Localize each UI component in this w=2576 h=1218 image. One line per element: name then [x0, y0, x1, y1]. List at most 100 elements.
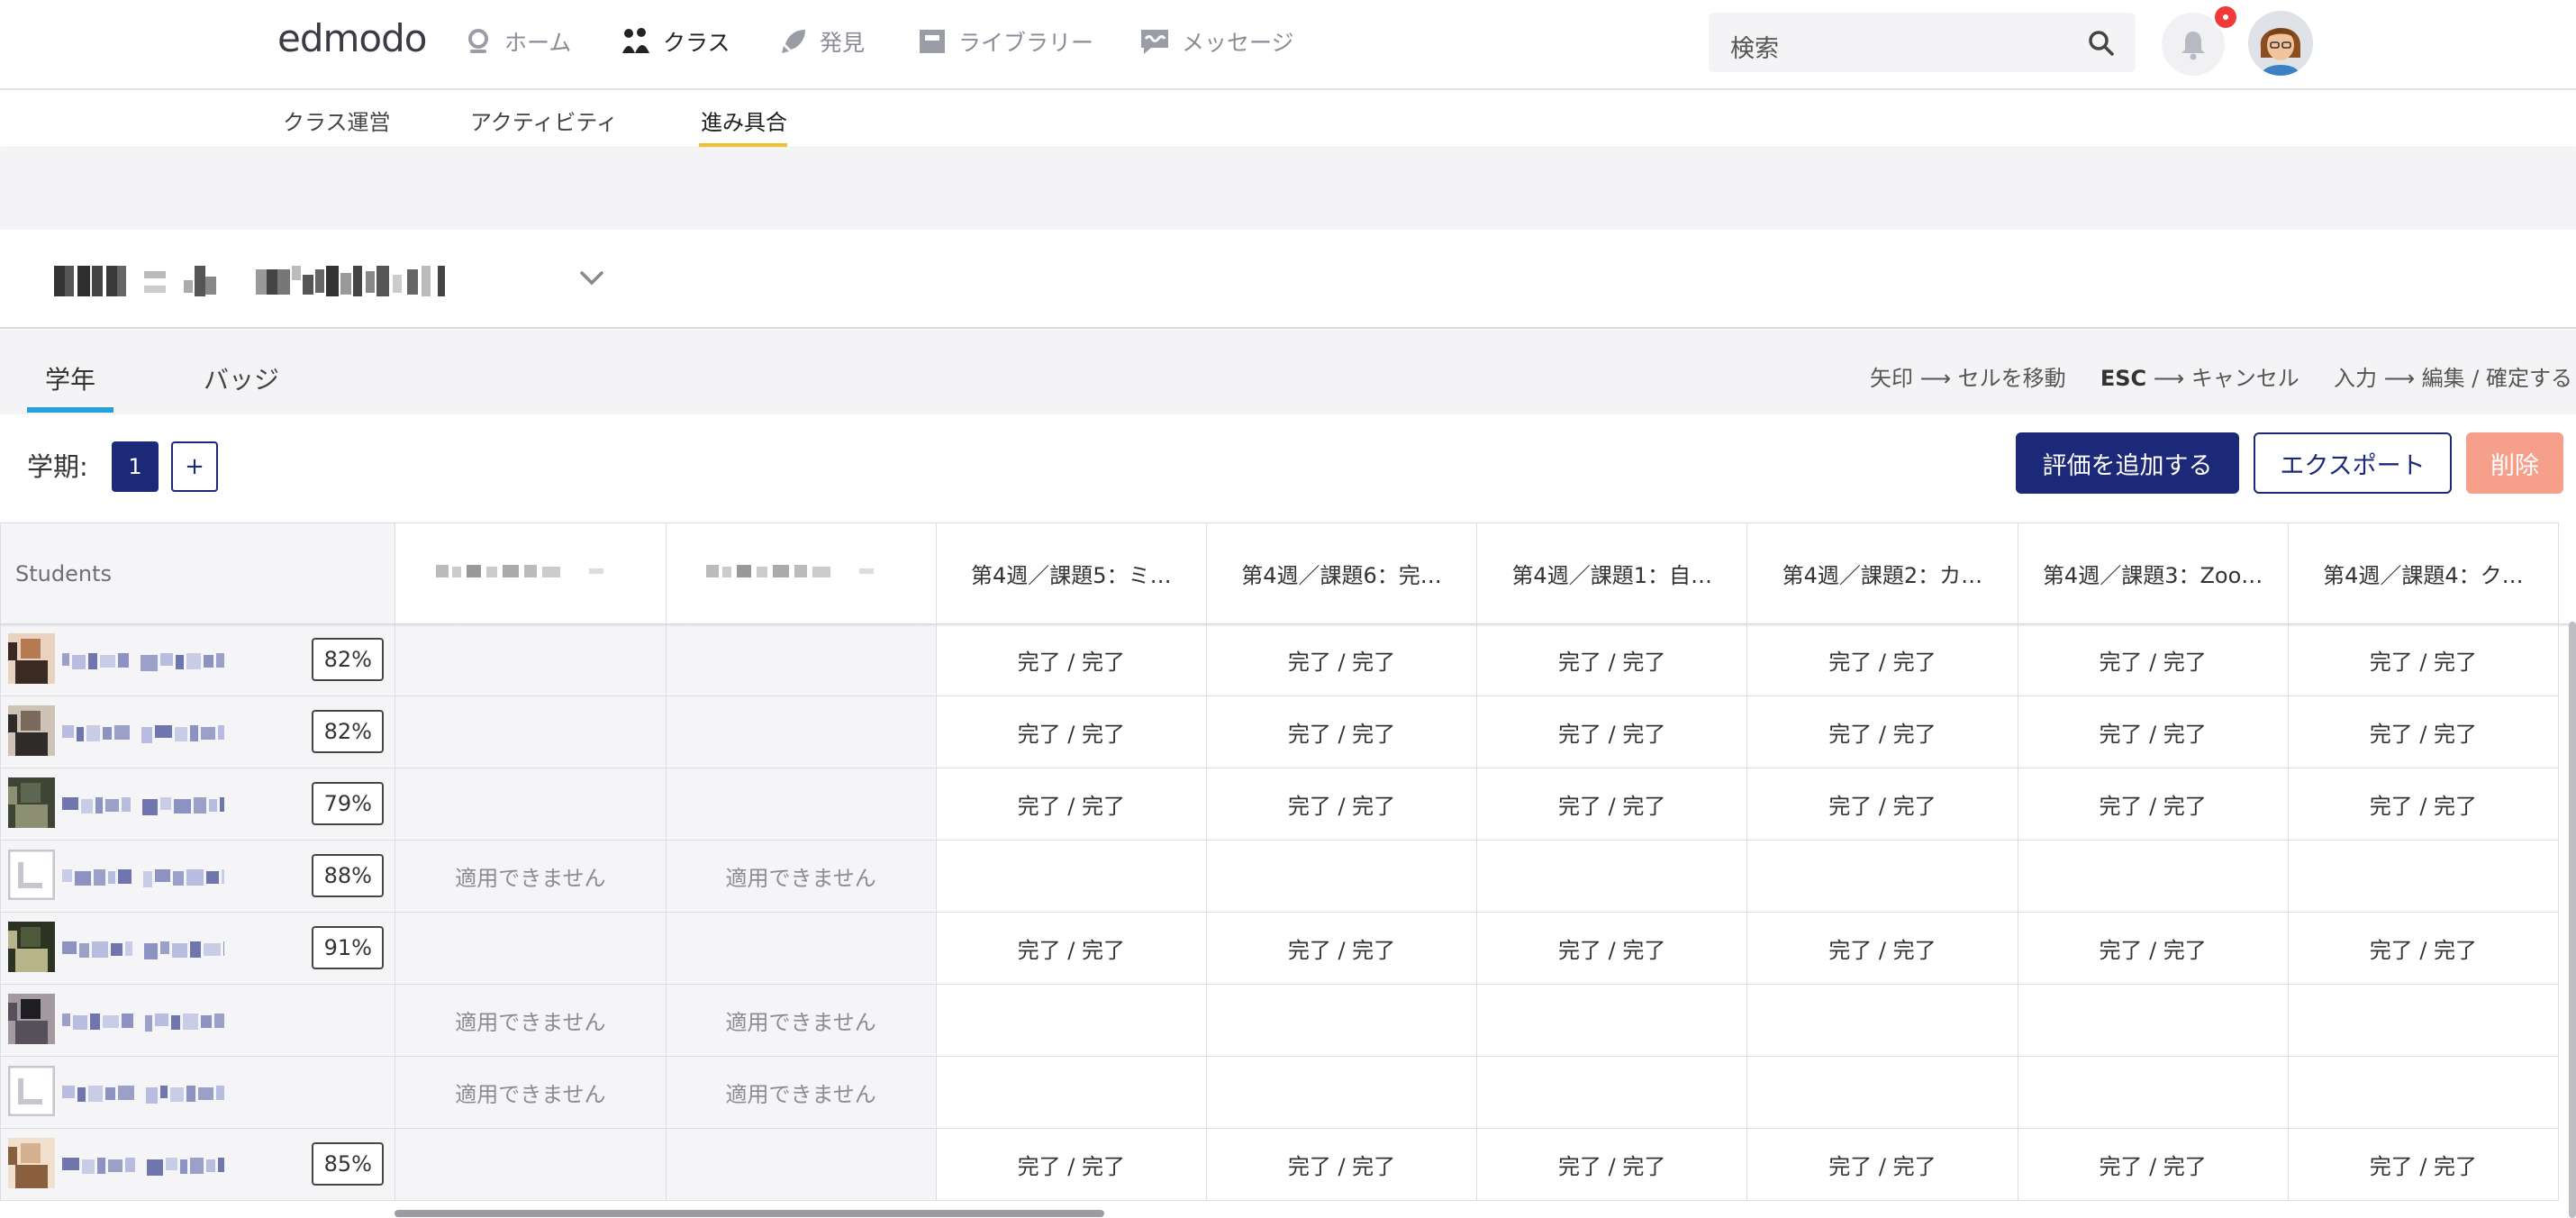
- grade-cell[interactable]: 適用できません: [665, 1056, 937, 1129]
- class-name-redacted[interactable]: [50, 253, 537, 307]
- grade-cell[interactable]: 完了 / 完了: [2287, 623, 2560, 696]
- grade-cell[interactable]: 完了 / 完了: [1205, 1128, 1478, 1201]
- grade-cell[interactable]: [395, 695, 667, 768]
- grade-cell[interactable]: [2017, 984, 2289, 1057]
- grade-cell[interactable]: 完了 / 完了: [2017, 912, 2289, 985]
- vertical-scrollbar[interactable]: [2569, 622, 2576, 1218]
- grade-cell[interactable]: [665, 1128, 937, 1201]
- grade-cell[interactable]: 完了 / 完了: [935, 695, 1207, 768]
- assignment-column-header[interactable]: 第4週／課題1：自…: [1476, 523, 1748, 624]
- period-1-button[interactable]: 1: [112, 441, 159, 492]
- grade-cell[interactable]: 完了 / 完了: [1746, 1128, 2018, 1201]
- grade-cell[interactable]: [1476, 984, 1748, 1057]
- grade-cell[interactable]: 完了 / 完了: [935, 1128, 1207, 1201]
- search-box[interactable]: 検索: [1709, 13, 2136, 72]
- grade-cell[interactable]: [1205, 984, 1478, 1057]
- subnav-class-management[interactable]: クラス運営: [283, 105, 391, 136]
- assignment-column-header[interactable]: 第4週／課題5：ミ…: [935, 523, 1207, 624]
- user-avatar[interactable]: [2248, 11, 2313, 76]
- student-cell[interactable]: 91%: [0, 912, 396, 985]
- grade-cell[interactable]: 完了 / 完了: [2287, 695, 2560, 768]
- grade-cell[interactable]: [2017, 840, 2289, 913]
- grade-cell[interactable]: [1205, 1056, 1478, 1129]
- tab-badges[interactable]: バッジ: [204, 360, 279, 396]
- grade-cell[interactable]: [1205, 840, 1478, 913]
- grade-cell[interactable]: 完了 / 完了: [1476, 768, 1748, 841]
- grade-cell[interactable]: 完了 / 完了: [1746, 695, 2018, 768]
- student-cell[interactable]: 85%: [0, 1128, 396, 1201]
- grade-cell[interactable]: 完了 / 完了: [1746, 912, 2018, 985]
- grade-cell[interactable]: [665, 768, 937, 841]
- grade-cell[interactable]: 適用できません: [395, 1056, 667, 1129]
- grade-cell[interactable]: [395, 623, 667, 696]
- grade-cell[interactable]: [665, 623, 937, 696]
- student-cell[interactable]: 82%: [0, 695, 396, 768]
- export-button[interactable]: エクスポート: [2254, 432, 2452, 494]
- grade-cell[interactable]: [1746, 840, 2018, 913]
- grade-cell[interactable]: 完了 / 完了: [935, 768, 1207, 841]
- grade-cell[interactable]: [2287, 984, 2560, 1057]
- grade-cell[interactable]: 完了 / 完了: [1205, 912, 1478, 985]
- grade-cell[interactable]: 完了 / 完了: [935, 623, 1207, 696]
- grade-cell[interactable]: 完了 / 完了: [1746, 623, 2018, 696]
- grade-cell[interactable]: 完了 / 完了: [2287, 912, 2560, 985]
- grade-cell[interactable]: [1476, 840, 1748, 913]
- grade-cell[interactable]: [2287, 840, 2560, 913]
- nav-class[interactable]: クラス: [620, 22, 730, 61]
- search-icon[interactable]: [2087, 29, 2116, 58]
- grade-cell[interactable]: 適用できません: [395, 984, 667, 1057]
- assignment-column-header[interactable]: 第4週／課題6：完…: [1205, 523, 1478, 624]
- grade-cell[interactable]: 完了 / 完了: [2017, 623, 2289, 696]
- delete-button[interactable]: 削除: [2466, 432, 2563, 494]
- grade-cell[interactable]: 適用できません: [665, 840, 937, 913]
- grade-cell[interactable]: [1746, 1056, 2018, 1129]
- grade-cell[interactable]: 完了 / 完了: [2287, 1128, 2560, 1201]
- student-cell[interactable]: 88%: [0, 840, 396, 913]
- nav-discover[interactable]: 発見: [778, 22, 865, 61]
- nav-messages[interactable]: メッセージ: [1138, 22, 1294, 61]
- tab-grades[interactable]: 学年: [45, 360, 95, 396]
- assignment-column-header[interactable]: 第4週／課題3：Zoo…: [2017, 523, 2289, 624]
- grade-cell[interactable]: [935, 984, 1207, 1057]
- grade-cell[interactable]: 完了 / 完了: [1476, 912, 1748, 985]
- nav-home[interactable]: ホーム: [463, 22, 571, 61]
- grade-cell[interactable]: 適用できません: [665, 984, 937, 1057]
- assignment-header-redacted[interactable]: [395, 523, 667, 624]
- horizontal-scrollbar[interactable]: [395, 1210, 1104, 1217]
- grade-cell[interactable]: 完了 / 完了: [2017, 768, 2289, 841]
- grade-cell[interactable]: 適用できません: [395, 840, 667, 913]
- grade-cell[interactable]: [1476, 1056, 1748, 1129]
- grade-cell[interactable]: [935, 1056, 1207, 1129]
- student-cell[interactable]: [0, 984, 396, 1057]
- student-cell[interactable]: 82%: [0, 623, 396, 696]
- assignment-column-header[interactable]: 第4週／課題2：カ…: [1746, 523, 2018, 624]
- grade-cell[interactable]: [1746, 984, 2018, 1057]
- grade-cell[interactable]: 完了 / 完了: [1746, 768, 2018, 841]
- assignment-column-header[interactable]: 第4週／課題4：ク…: [2287, 523, 2560, 624]
- chevron-down-icon[interactable]: [578, 269, 605, 287]
- student-cell[interactable]: [0, 1056, 396, 1129]
- grade-cell[interactable]: [395, 768, 667, 841]
- grade-cell[interactable]: 完了 / 完了: [2017, 1128, 2289, 1201]
- grade-cell[interactable]: [665, 912, 937, 985]
- grade-cell[interactable]: [395, 912, 667, 985]
- nav-library[interactable]: ライブラリー: [917, 22, 1093, 61]
- grade-cell[interactable]: 完了 / 完了: [1476, 623, 1748, 696]
- assignment-header-redacted[interactable]: [665, 523, 937, 624]
- grade-cell[interactable]: [665, 695, 937, 768]
- add-period-button[interactable]: +: [171, 441, 218, 492]
- subnav-activity[interactable]: アクティビティ: [470, 105, 618, 136]
- grade-cell[interactable]: 完了 / 完了: [2017, 695, 2289, 768]
- student-cell[interactable]: 79%: [0, 768, 396, 841]
- grade-cell[interactable]: 完了 / 完了: [1205, 623, 1478, 696]
- grade-cell[interactable]: 完了 / 完了: [1476, 695, 1748, 768]
- edmodo-logo[interactable]: edmodo: [277, 16, 427, 60]
- grade-cell[interactable]: [935, 840, 1207, 913]
- grade-cell[interactable]: 完了 / 完了: [1205, 695, 1478, 768]
- grade-cell[interactable]: [2017, 1056, 2289, 1129]
- add-grade-button[interactable]: 評価を追加する: [2016, 432, 2239, 494]
- grade-cell[interactable]: [395, 1128, 667, 1201]
- subnav-progress[interactable]: 進み具合: [701, 105, 787, 136]
- grade-cell[interactable]: 完了 / 完了: [935, 912, 1207, 985]
- grade-cell[interactable]: 完了 / 完了: [2287, 768, 2560, 841]
